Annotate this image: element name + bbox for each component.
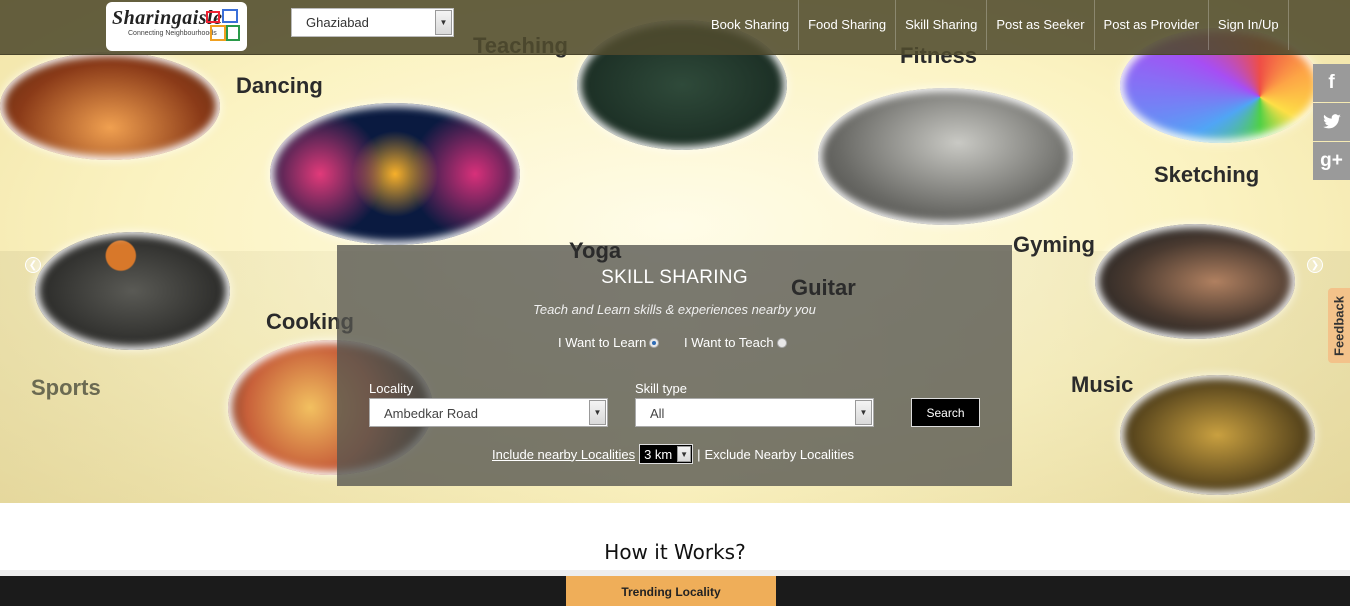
radius-select[interactable]: 3 km ▼ bbox=[639, 444, 694, 464]
radius-select-value: 3 km bbox=[644, 447, 673, 462]
feedback-label: Feedback bbox=[1331, 295, 1347, 356]
google-plus-icon[interactable]: g+ bbox=[1313, 142, 1350, 180]
top-navbar: Sharingaisle Connecting Neighbourhoods G… bbox=[0, 0, 1350, 55]
twitter-icon[interactable] bbox=[1313, 103, 1350, 141]
dancing-silhouette-image bbox=[0, 52, 220, 160]
how-it-works-heading: How it Works? bbox=[604, 540, 746, 564]
skill-type-label: Skill type bbox=[635, 381, 688, 396]
nearby-options-row: Include nearby Localities 3 km ▼ | Exclu… bbox=[492, 444, 854, 464]
teach-radio[interactable] bbox=[776, 337, 787, 348]
facebook-icon[interactable]: f bbox=[1313, 64, 1350, 102]
sports-label: Sports bbox=[31, 375, 101, 400]
city-select[interactable]: Ghaziabad ▼ bbox=[291, 8, 454, 37]
slider-prev-arrow-icon[interactable]: ❮ bbox=[25, 257, 41, 273]
social-share-bar: f g+ bbox=[1313, 64, 1350, 181]
logo-mark-icon bbox=[206, 9, 240, 41]
gyming-image bbox=[1095, 224, 1295, 339]
city-select-value: Ghaziabad bbox=[306, 15, 369, 30]
panel-title: SKILL SHARING bbox=[601, 267, 748, 288]
locality-label: Locality bbox=[369, 381, 414, 396]
sketching-label: Sketching bbox=[1154, 162, 1260, 187]
chevron-down-icon: ▼ bbox=[855, 400, 872, 425]
nav-book-sharing[interactable]: Book Sharing bbox=[702, 0, 800, 50]
panel-subtitle: Teach and Learn skills & experiences nea… bbox=[533, 302, 816, 317]
main-nav: Book Sharing Food Sharing Skill Sharing … bbox=[702, 0, 1289, 50]
include-nearby-link[interactable]: Include nearby Localities bbox=[492, 447, 635, 462]
nav-post-as-seeker[interactable]: Post as Seeker bbox=[987, 0, 1095, 50]
locality-select-value: Ambedkar Road bbox=[384, 406, 478, 421]
dancing-label: Dancing bbox=[236, 73, 323, 98]
skill-search-panel: SKILL SHARING Teach and Learn skills & e… bbox=[337, 245, 1012, 486]
locality-select[interactable]: Ambedkar Road ▼ bbox=[369, 398, 608, 427]
nav-food-sharing[interactable]: Food Sharing bbox=[799, 0, 897, 50]
exclude-nearby-link[interactable]: Exclude Nearby Localities bbox=[704, 447, 854, 462]
nav-sign-in-up[interactable]: Sign In/Up bbox=[1209, 0, 1289, 50]
music-label: Music bbox=[1071, 372, 1134, 397]
yoga-label: Yoga bbox=[569, 238, 622, 263]
trending-locality-tab[interactable]: Trending Locality bbox=[566, 576, 776, 606]
learn-radio[interactable] bbox=[649, 337, 660, 348]
search-button[interactable]: Search bbox=[911, 398, 980, 427]
skill-type-select-value: All bbox=[650, 406, 665, 421]
learn-option-label: I Want to Learn bbox=[558, 335, 647, 350]
nav-post-as-provider[interactable]: Post as Provider bbox=[1095, 0, 1209, 50]
teach-option-label: I Want to Teach bbox=[684, 335, 774, 350]
teach-option[interactable]: I Want to Teach bbox=[684, 335, 787, 350]
guitar-label: Guitar bbox=[791, 275, 856, 300]
site-logo[interactable]: Sharingaisle Connecting Neighbourhoods bbox=[106, 2, 247, 51]
chevron-down-icon: ▼ bbox=[589, 400, 606, 425]
sports-basketball-image bbox=[35, 232, 230, 350]
learn-option[interactable]: I Want to Learn bbox=[558, 335, 660, 350]
chevron-down-icon: ▼ bbox=[677, 446, 692, 462]
feedback-tab[interactable]: Feedback bbox=[1328, 288, 1350, 363]
music-notes-image bbox=[1120, 375, 1315, 495]
slider-next-arrow-icon[interactable]: ❯ bbox=[1307, 257, 1323, 273]
nearby-separator: | bbox=[697, 446, 701, 462]
skill-type-select[interactable]: All ▼ bbox=[635, 398, 874, 427]
dancing-image bbox=[270, 103, 520, 245]
chevron-down-icon: ▼ bbox=[435, 10, 452, 35]
gyming-label: Gyming bbox=[1013, 232, 1095, 257]
fitness-runner-image bbox=[818, 88, 1073, 225]
nav-skill-sharing[interactable]: Skill Sharing bbox=[896, 0, 988, 50]
